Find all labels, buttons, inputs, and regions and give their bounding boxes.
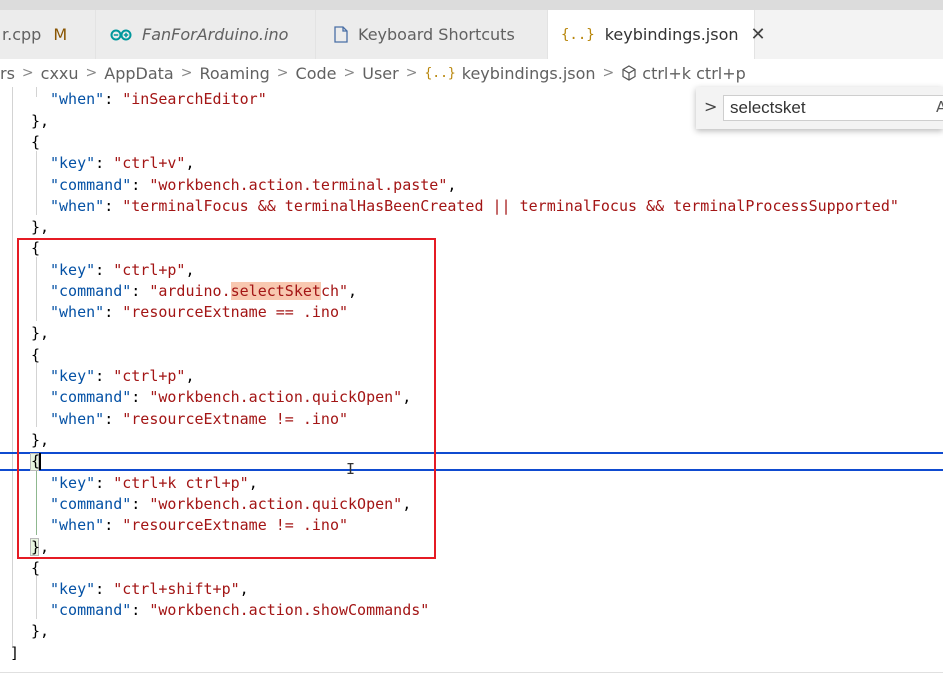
json-colon: : — [95, 154, 114, 172]
json-string: "terminalFocus && terminalHasBeenCreated… — [122, 197, 899, 215]
json-comma: , — [185, 154, 195, 172]
json-key: "when" — [50, 90, 105, 108]
chevron-right-icon: > — [276, 65, 289, 81]
chevron-right-icon: > — [21, 65, 34, 81]
editor-tab-bar: r.cpp M FanForArduino.ino Keyboard Short… — [0, 10, 943, 59]
json-colon: : — [131, 176, 150, 194]
chevron-right-icon: > — [602, 65, 615, 81]
json-colon: : — [131, 601, 150, 619]
json-key: "command" — [50, 176, 132, 194]
code-line: "command": "workbench.action.showCommand… — [0, 600, 943, 621]
json-brace: }, — [31, 218, 50, 236]
find-input[interactable]: selectsket — [723, 95, 943, 121]
code-line: "when": "terminalFocus && terminalHasBee… — [0, 196, 943, 217]
tab-label: Keyboard Shortcuts — [358, 25, 515, 44]
json-key: "key" — [50, 580, 96, 598]
chevron-right-icon: > — [85, 65, 98, 81]
breadcrumb-item[interactable]: cxxu — [41, 64, 79, 83]
json-string: "workbench.action.showCommands" — [149, 601, 430, 619]
code-line: ] — [0, 643, 943, 664]
code-line: { — [0, 558, 943, 579]
window-top-strip — [0, 0, 943, 10]
json-key: "command" — [50, 601, 132, 619]
breadcrumb: rs > cxxu > AppData > Roaming > Code > U… — [0, 59, 943, 87]
tab-cpp-file[interactable]: r.cpp M — [0, 10, 96, 59]
match-case-option[interactable]: A — [936, 98, 943, 116]
chevron-right-icon[interactable]: > — [704, 97, 717, 116]
tab-label: FanForArduino.ino — [142, 25, 289, 44]
code-editor[interactable]: "when": "inSearchEditor" }, { "key": "ct… — [0, 87, 943, 672]
json-colon: : — [104, 197, 123, 215]
json-colon: : — [95, 580, 114, 598]
code-line: }, — [0, 621, 943, 642]
json-string: "workbench.action.terminal.paste" — [149, 176, 448, 194]
modified-badge: M — [53, 25, 68, 44]
cube-symbol-icon — [621, 65, 637, 81]
json-string: "inSearchEditor" — [122, 90, 267, 108]
json-brace: { — [31, 559, 41, 577]
json-comma: , — [447, 176, 457, 194]
breadcrumb-item-symbol[interactable]: ctrl+k ctrl+p — [621, 64, 746, 83]
chevron-right-icon: > — [343, 65, 356, 81]
json-brace: }, — [31, 622, 50, 640]
json-string: "ctrl+shift+p" — [113, 580, 240, 598]
tab-keyboard-shortcuts[interactable]: Keyboard Shortcuts — [316, 10, 548, 59]
code-line: { — [0, 132, 943, 153]
annotation-box — [17, 238, 436, 559]
document-icon — [334, 26, 348, 43]
chevron-right-icon: > — [405, 65, 418, 81]
json-brace: { — [31, 133, 41, 151]
breadcrumb-file-label: keybindings.json — [461, 63, 596, 83]
breadcrumb-item[interactable]: Roaming — [199, 64, 269, 83]
code-line: }, — [0, 217, 943, 238]
tab-label: r.cpp — [2, 25, 42, 44]
breadcrumb-item[interactable]: rs — [0, 64, 15, 83]
code-line: "key": "ctrl+shift+p", — [0, 579, 943, 600]
breadcrumb-item[interactable]: Code — [296, 64, 337, 83]
breadcrumb-symbol-label: ctrl+k ctrl+p — [642, 63, 746, 83]
find-input-value: selectsket — [730, 98, 806, 117]
code-line: "command": "workbench.action.terminal.pa… — [0, 175, 943, 196]
code-line: "key": "ctrl+v", — [0, 153, 943, 174]
json-key: "key" — [50, 154, 96, 172]
arduino-icon — [110, 29, 132, 41]
find-widget: > selectsket A — [696, 87, 943, 129]
breadcrumb-item-file[interactable]: {..} keybindings.json — [424, 64, 595, 83]
json-colon: : — [104, 90, 123, 108]
json-bracket: ] — [10, 644, 20, 662]
tab-label: keybindings.json — [604, 25, 739, 44]
json-comma: , — [239, 580, 249, 598]
json-braces-icon: {..} — [424, 65, 456, 81]
close-icon[interactable]: ✕ — [751, 24, 766, 45]
json-brace: }, — [31, 112, 50, 130]
chevron-right-icon: > — [180, 65, 193, 81]
tab-keybindings-json[interactable]: {..} keybindings.json ✕ — [548, 10, 766, 59]
json-key: "when" — [50, 197, 105, 215]
json-string: "ctrl+v" — [113, 154, 186, 172]
breadcrumb-item[interactable]: AppData — [104, 64, 173, 83]
tab-fanforarduino[interactable]: FanForArduino.ino — [96, 10, 316, 59]
breadcrumb-item[interactable]: User — [362, 64, 398, 83]
json-braces-icon: {..} — [561, 26, 595, 43]
